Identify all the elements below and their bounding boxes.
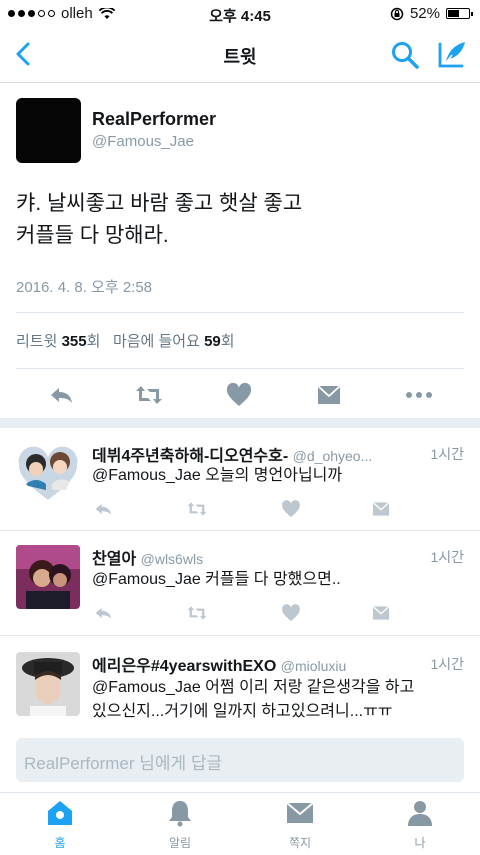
bell-icon xyxy=(169,801,191,827)
reply-time: 1시간 xyxy=(430,549,464,565)
reply-text: @Famous_Jae 어쩜 이리 저랑 같은생각을 하고 있으신지...거기에… xyxy=(92,676,468,724)
divider xyxy=(16,312,464,313)
retweet-icon[interactable] xyxy=(134,380,164,410)
retweet-count[interactable]: 355 xyxy=(62,333,87,350)
reply-time: 1시간 xyxy=(430,446,464,462)
tweet-timestamp: 2016. 4. 8. 오후 2:58 xyxy=(16,279,153,296)
retweet-label: 리트윗 xyxy=(16,333,58,350)
compose-icon[interactable] xyxy=(436,38,468,70)
reply-author-name[interactable]: 데뷔4주년축하해-디오연수호- xyxy=(92,448,288,465)
reply-author[interactable]: 데뷔4주년축하해-디오연수호- @d_ohyeo... xyxy=(92,442,372,466)
reply-icon[interactable] xyxy=(46,380,76,410)
nav-bar: 트윗 xyxy=(0,28,480,83)
status-bar: olleh 오후 4:45 52% xyxy=(0,0,480,28)
section-divider xyxy=(0,418,480,428)
reply-icon[interactable] xyxy=(92,498,114,520)
reply-time: 1시간 xyxy=(430,656,464,672)
tab-label: 홈 xyxy=(54,836,66,850)
tab-label: 쪽지 xyxy=(288,836,312,850)
reply-composer: RealPerformer 님에게 답글 xyxy=(0,730,480,792)
envelope-icon[interactable] xyxy=(314,380,344,410)
reply-input-placeholder: RealPerformer 님에게 답글 xyxy=(24,754,223,773)
tab-notifications[interactable]: 알림 xyxy=(140,799,220,851)
home-icon xyxy=(48,801,72,825)
tweet-text-line: 캬. 날씨좋고 바람 좋고 햇살 좋고 xyxy=(16,192,303,215)
search-icon[interactable] xyxy=(390,40,420,70)
reply-text-line: 있으신지...거기에 일까지 하고있으려니...ㅠㅠ xyxy=(92,703,393,720)
reply-text: @Famous_Jae 오늘의 명언아닙니까 xyxy=(92,467,343,484)
like-count[interactable]: 59 xyxy=(204,333,221,350)
reply-input[interactable]: RealPerformer 님에게 답글 xyxy=(16,738,464,782)
reply-author-name[interactable]: 찬열아 xyxy=(92,551,136,568)
avatar[interactable] xyxy=(16,545,80,609)
tweet-text: 캬. 날씨좋고 바람 좋고 햇살 좋고 커플들 다 망해라. xyxy=(16,188,456,252)
retweet-icon[interactable] xyxy=(186,602,208,624)
tab-bar: 홈 알림 쪽지 나 xyxy=(0,792,480,855)
envelope-icon[interactable] xyxy=(370,498,392,520)
avatar[interactable] xyxy=(16,98,81,163)
person-icon xyxy=(408,801,432,826)
tweet-text-line: 커플들 다 망해라. xyxy=(16,224,169,247)
reply-author-name[interactable]: 에리은우#4yearswithEXO xyxy=(92,658,276,675)
tab-home[interactable]: 홈 xyxy=(20,799,100,851)
tweet-stats: 리트윗 355회 마음에 들어요 59회 xyxy=(16,330,235,351)
more-icon[interactable] xyxy=(404,380,434,410)
retweet-unit: 회 xyxy=(86,333,101,350)
tweet-author[interactable]: RealPerformer @Famous_Jae xyxy=(16,98,466,164)
author-handle[interactable]: @Famous_Jae xyxy=(92,133,194,150)
envelope-icon xyxy=(286,802,314,823)
battery-percent: 52% xyxy=(409,5,440,22)
rotation-lock-icon xyxy=(390,7,404,20)
avatar[interactable] xyxy=(16,652,80,716)
battery-area: 52% xyxy=(390,5,473,22)
tab-label: 알림 xyxy=(168,836,192,850)
reply-tweet[interactable]: 에리은우#4yearswithEXO @mioluxiu 1시간 @Famous… xyxy=(0,636,480,730)
heart-icon[interactable] xyxy=(280,498,302,520)
retweet-icon[interactable] xyxy=(186,498,208,520)
heart-icon[interactable] xyxy=(224,380,254,410)
reply-author-handle[interactable]: @mioluxiu xyxy=(281,658,347,674)
reply-text-line: @Famous_Jae 어쩜 이리 저랑 같은생각을 하고 xyxy=(92,679,415,696)
author-name[interactable]: RealPerformer xyxy=(92,109,216,130)
reply-author-handle[interactable]: @d_ohyeo... xyxy=(293,448,373,464)
reply-author-handle[interactable]: @wls6wls xyxy=(141,551,203,567)
divider xyxy=(16,368,464,369)
battery-icon xyxy=(446,8,473,19)
reply-icon[interactable] xyxy=(92,602,114,624)
reply-tweet[interactable]: 찬열아 @wls6wls 1시간 @Famous_Jae 커플들 다 망했으면.… xyxy=(0,531,480,635)
reply-author[interactable]: 에리은우#4yearswithEXO @mioluxiu xyxy=(92,652,346,676)
reply-tweet[interactable]: 데뷔4주년축하해-디오연수호- @d_ohyeo... 1시간 @Famous_… xyxy=(0,428,480,530)
tab-messages[interactable]: 쪽지 xyxy=(260,799,340,851)
tweet-actions xyxy=(0,380,480,414)
envelope-icon[interactable] xyxy=(370,602,392,624)
tab-label: 나 xyxy=(414,836,426,850)
like-label: 마음에 들어요 xyxy=(112,333,200,350)
reply-text: @Famous_Jae 커플들 다 망했으면.. xyxy=(92,571,341,588)
tab-me[interactable]: 나 xyxy=(380,799,460,851)
like-unit: 회 xyxy=(220,333,235,350)
avatar[interactable] xyxy=(16,440,80,504)
reply-author[interactable]: 찬열아 @wls6wls xyxy=(92,545,203,569)
heart-icon[interactable] xyxy=(280,602,302,624)
